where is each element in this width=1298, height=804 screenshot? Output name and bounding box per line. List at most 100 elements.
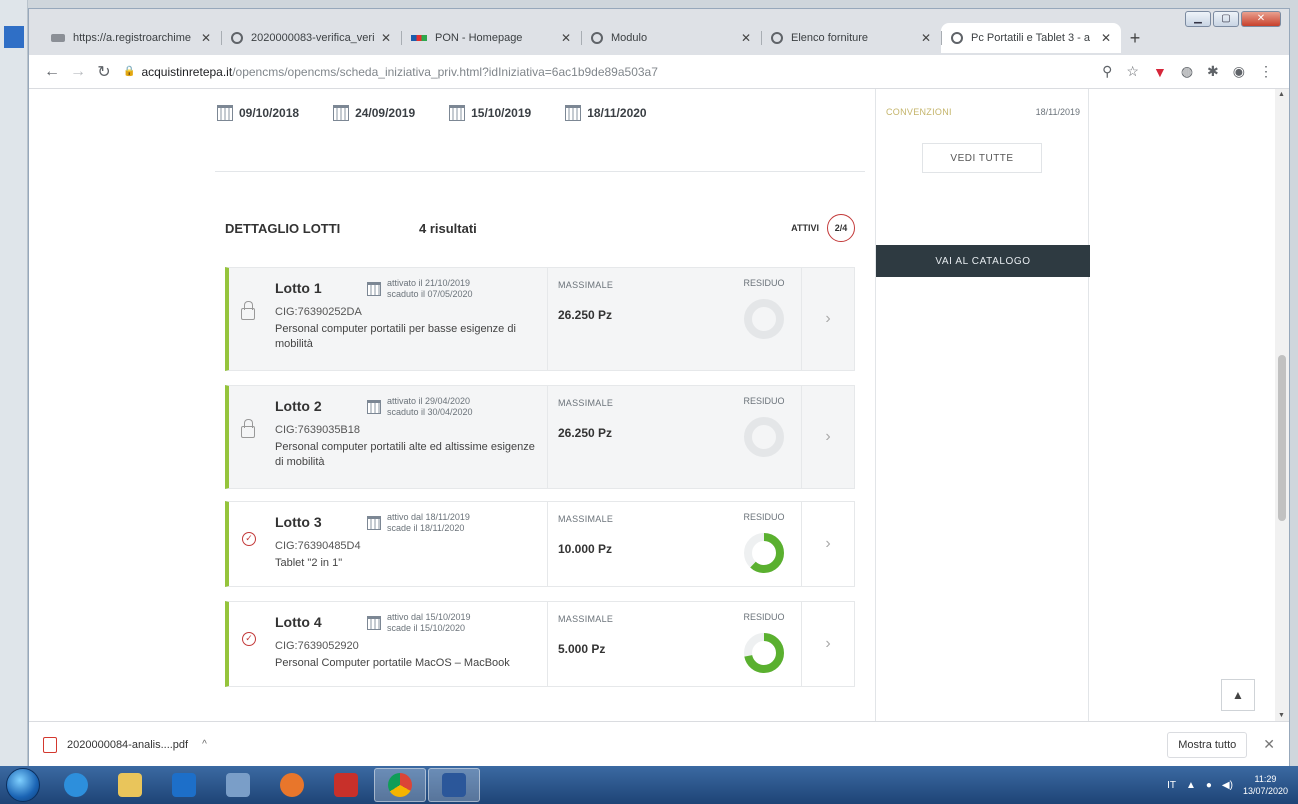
scroll-up-arrow-icon[interactable]: ▲: [1278, 91, 1285, 98]
show-all-downloads-button[interactable]: Mostra tutto: [1167, 731, 1248, 758]
residuo-ring-track: [744, 299, 784, 339]
bookmark-star-icon[interactable]: ☆: [1126, 63, 1139, 80]
browser-tab[interactable]: https://a.registroarchime ✕: [41, 23, 221, 53]
clock-time: 11:29: [1254, 774, 1277, 784]
padlock-icon: [241, 301, 255, 320]
lotto-date-line2: scaduto il 30/04/2020: [387, 407, 473, 417]
download-filename[interactable]: 2020000084-analis....pdf: [67, 739, 188, 751]
tab-close-icon[interactable]: ✕: [561, 31, 571, 45]
taskbar-outlook[interactable]: [158, 768, 210, 802]
taskbar-clock[interactable]: 11:29 13/07/2020: [1243, 773, 1288, 797]
initiative-date: 18/11/2020: [565, 105, 647, 121]
tab-close-icon[interactable]: ✕: [921, 31, 931, 45]
vai-al-catalogo-button[interactable]: VAI AL CATALOGO: [876, 245, 1090, 277]
attivi-ratio-badge: 2/4: [827, 214, 855, 242]
globe-icon: [951, 32, 963, 44]
date-value: 18/11/2020: [587, 106, 647, 120]
tray-network-icon[interactable]: ●: [1206, 780, 1212, 791]
massimale-value: 10.000 Pz: [558, 542, 613, 556]
scrollbar-thumb[interactable]: [1278, 355, 1286, 521]
massimale-column: MASSIMALE 26.250 Pz: [547, 386, 727, 488]
reload-button[interactable]: ↻: [91, 62, 117, 82]
chevron-right-icon[interactable]: ›: [801, 268, 854, 370]
tab-title: Pc Portatili e Tablet 3 - a: [971, 32, 1091, 44]
calendar-icon: [449, 105, 466, 121]
lotto-cig: CIG:7639035B18: [275, 424, 361, 436]
lotto-status: ✓: [229, 502, 269, 586]
taskbar-tool[interactable]: [212, 768, 264, 802]
language-indicator[interactable]: IT: [1167, 780, 1176, 791]
browser-tab[interactable]: Pc Portatili e Tablet 3 - a ✕: [941, 23, 1121, 53]
taskbar-chrome[interactable]: [374, 768, 426, 802]
close-download-bar-icon[interactable]: ✕: [1263, 736, 1275, 753]
extension-icon[interactable]: ◍: [1181, 63, 1193, 80]
lotto-date-line2: scade il 18/11/2020: [387, 523, 465, 533]
lotto-dates: attivato il 21/10/2019 scaduto il 07/05/2…: [367, 278, 473, 300]
acrobat-icon: [334, 773, 358, 797]
lotto-row[interactable]: Lotto 1 attivato il 21/10/2019 scaduto il …: [225, 267, 855, 371]
chevron-up-icon[interactable]: ^: [202, 739, 207, 750]
tray-volume-icon[interactable]: ◀): [1222, 780, 1233, 791]
browser-tab[interactable]: 2020000083-verifica_veri ✕: [221, 23, 401, 53]
puzzle-extensions-icon[interactable]: ✱: [1207, 63, 1219, 80]
menu-kebab-icon[interactable]: ⋮: [1259, 63, 1273, 80]
massimale-column: MASSIMALE 5.000 Pz: [547, 602, 727, 686]
taskbar-explorer[interactable]: [104, 768, 156, 802]
tab-close-icon[interactable]: ✕: [741, 31, 751, 45]
tab-title: Elenco forniture: [791, 32, 869, 44]
lotto-status: ✓: [229, 602, 269, 686]
initiative-date: 24/09/2019: [333, 105, 415, 121]
url-path: /opencms/opencms/scheda_iniziativa_priv.…: [232, 64, 658, 79]
address-bar[interactable]: 🔒 acquistinretepa.it/opencms/opencms/sch…: [123, 59, 1102, 85]
ie-icon: [64, 773, 88, 797]
profile-icon[interactable]: ◉: [1233, 63, 1245, 80]
taskbar-firefox[interactable]: [266, 768, 318, 802]
attivi-label: ATTIVI: [791, 223, 819, 233]
lotto-row[interactable]: ✓ Lotto 4 attivo dal 15/10/2019 scade il 15…: [225, 601, 855, 687]
lotto-row[interactable]: ✓ Lotto 3 attivo dal 18/11/2019 scade il 18…: [225, 501, 855, 587]
tray-expand-icon[interactable]: ▲: [1186, 780, 1196, 791]
tab-close-icon[interactable]: ✕: [1101, 31, 1111, 45]
chevron-right-icon[interactable]: ›: [801, 602, 854, 686]
residuo-column: RESIDUO: [727, 268, 801, 370]
lotto-cig: CIG:76390252DA: [275, 306, 362, 318]
tab-close-icon[interactable]: ✕: [381, 31, 391, 45]
browser-tab[interactable]: Modulo ✕: [581, 23, 761, 53]
close-window-button[interactable]: ✕: [1241, 11, 1281, 27]
massimale-label: MASSIMALE: [558, 614, 614, 624]
maximize-button[interactable]: ▢: [1213, 11, 1239, 27]
browser-tab[interactable]: Elenco forniture ✕: [761, 23, 941, 53]
zoom-icon[interactable]: ⚲: [1102, 63, 1112, 80]
forward-button[interactable]: →: [65, 63, 91, 81]
browser-window: https://a.registroarchime ✕ 2020000083-ver…: [28, 8, 1290, 767]
chevron-right-icon[interactable]: ›: [801, 386, 854, 488]
windows-taskbar: IT ▲ ● ◀) 11:29 13/07/2020: [0, 766, 1298, 804]
url-host: acquistinretepa.it: [141, 64, 233, 79]
tab-close-icon[interactable]: ✕: [201, 31, 211, 45]
taskbar-word[interactable]: [428, 768, 480, 802]
taskbar-acrobat[interactable]: [320, 768, 372, 802]
back-button[interactable]: ←: [39, 63, 65, 81]
browser-tab[interactable]: PON - Homepage ✕: [401, 23, 581, 53]
residuo-column: RESIDUO: [727, 386, 801, 488]
scroll-down-arrow-icon[interactable]: ▼: [1278, 712, 1285, 719]
page-scrollbar[interactable]: ▲ ▼: [1275, 89, 1289, 721]
globe-icon: [231, 32, 243, 44]
minimize-button[interactable]: ▁: [1185, 11, 1211, 27]
massimale-label: MASSIMALE: [558, 514, 614, 524]
start-button[interactable]: [6, 768, 40, 802]
ublock-shield-icon[interactable]: ▼: [1153, 64, 1167, 80]
taskbar-ie[interactable]: [50, 768, 102, 802]
lotto-date-text: attivo dal 18/11/2019 scade il 18/11/2020: [387, 512, 470, 534]
lotto-status: [229, 268, 269, 370]
vedi-tutte-button[interactable]: VEDI TUTTE: [922, 143, 1042, 173]
scroll-to-top-button[interactable]: ▲: [1221, 679, 1255, 711]
chevron-right-icon[interactable]: ›: [801, 502, 854, 586]
lotto-row[interactable]: Lotto 2 attivato il 29/04/2020 scaduto il …: [225, 385, 855, 489]
word-icon: [442, 773, 466, 797]
new-tab-button[interactable]: +: [1121, 23, 1149, 53]
initiative-date: 15/10/2019: [449, 105, 531, 121]
lotto-date-line1: attivo dal 15/10/2019: [387, 612, 471, 622]
firefox-icon: [280, 773, 304, 797]
globe-icon: [591, 32, 603, 44]
